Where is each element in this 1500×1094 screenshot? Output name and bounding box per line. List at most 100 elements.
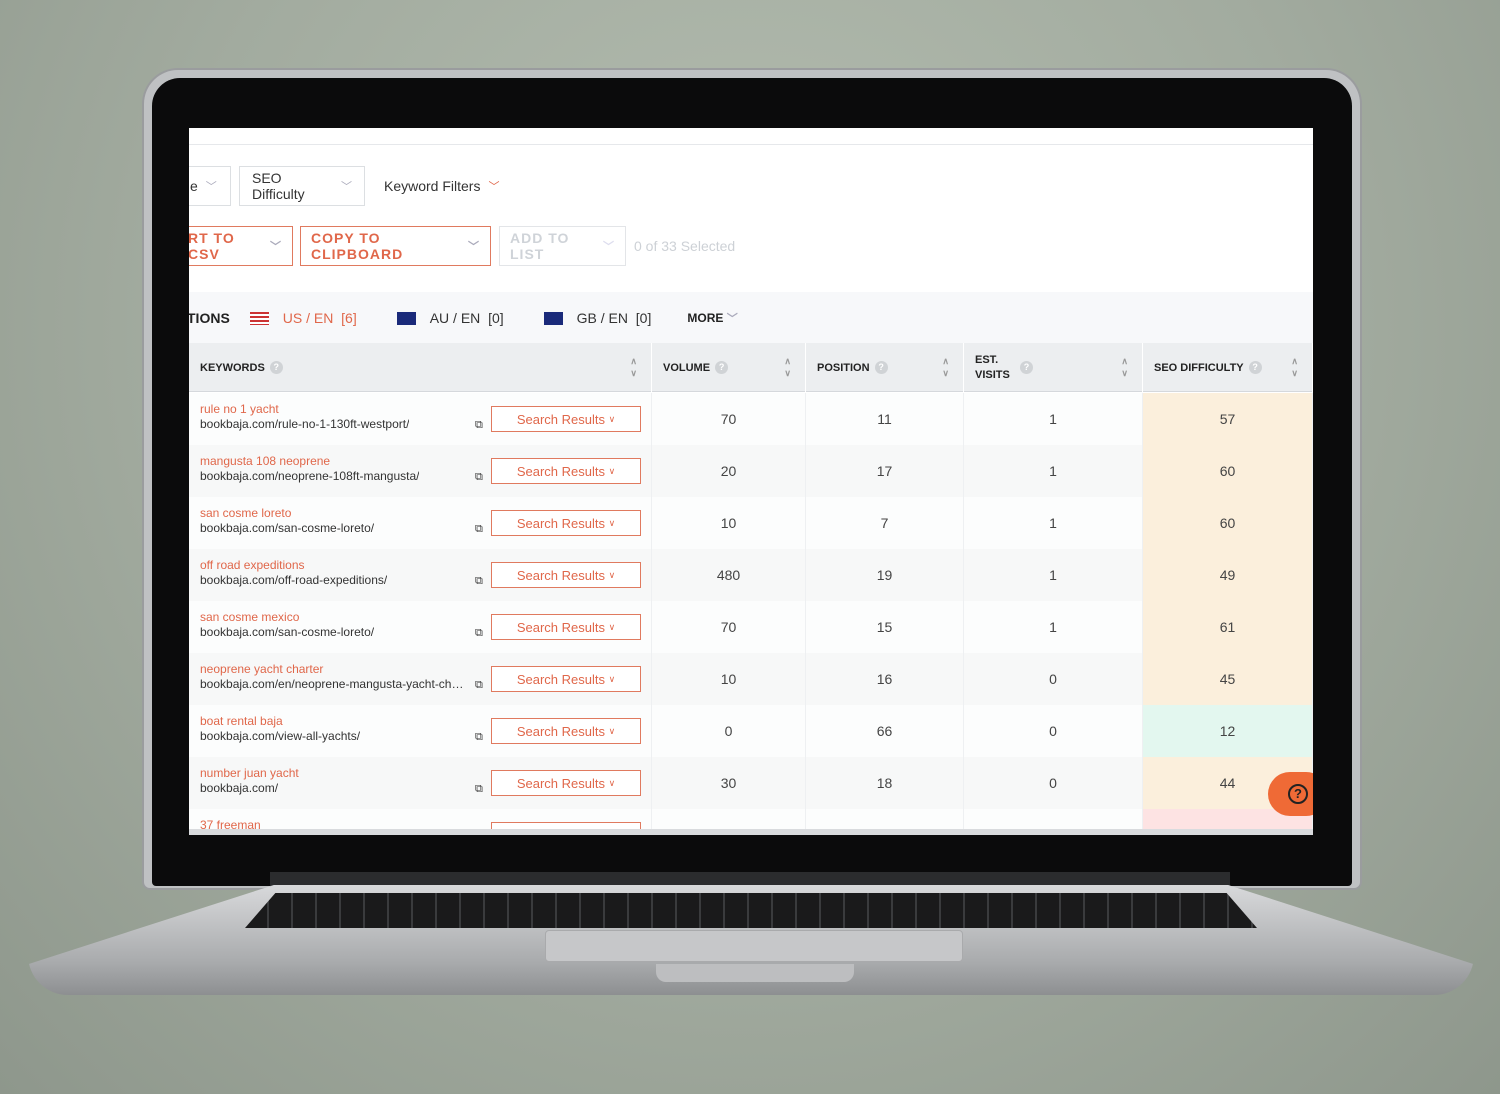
external-link-icon[interactable]: ⧉ [475, 627, 483, 640]
seo-difficulty-cell: 60 [1143, 445, 1313, 497]
help-icon[interactable]: ? [715, 361, 729, 374]
locations-bar: TIONS US / EN [6] AU / EN [0] GB / EN [0… [189, 292, 1313, 343]
position-cell: 19 [806, 549, 964, 601]
sort-icon[interactable]: ∧ ∨ [630, 355, 637, 379]
keyword-filters-dropdown[interactable]: Keyword Filters ﹀ [371, 166, 512, 206]
column-label: EST. VISITS [975, 353, 1010, 381]
external-link-icon[interactable]: ⧉ [475, 471, 483, 484]
partial-filter-dropdown[interactable]: e ﹀ [189, 166, 231, 206]
location-count: [6] [341, 309, 357, 326]
au-flag-icon [396, 312, 416, 326]
keyword-link[interactable]: boat rental baja [200, 714, 283, 728]
external-link-icon[interactable]: ⧉ [475, 731, 483, 744]
visits-cell: 1 [964, 445, 1143, 497]
search-results-button[interactable]: Search Results ∨ [491, 770, 641, 796]
chevron-down-icon: ∨ [608, 621, 616, 632]
location-us[interactable]: US / EN [6] [249, 309, 357, 326]
help-icon[interactable]: ? [1248, 361, 1262, 374]
column-volume[interactable]: VOLUME? ∧ ∨ [652, 343, 806, 392]
button-label: Search Results [516, 775, 605, 791]
keyword-link[interactable]: neoprene yacht charter [200, 662, 323, 676]
ranking-url: bookbaja.com/en/neoprene-mangusta-yacht-… [200, 677, 468, 691]
horizontal-scrollbar[interactable] [189, 829, 1313, 835]
more-locations-button[interactable]: MORE ﹀ [687, 310, 737, 326]
location-au[interactable]: AU / EN [0] [396, 309, 504, 326]
table-row: san cosme loreto bookbaja.com/san-cosme-… [189, 497, 1313, 549]
keyword-cell: boat rental baja bookbaja.com/view-all-y… [189, 705, 652, 757]
column-label: VOLUME [663, 361, 711, 374]
chevron-down-icon: ∨ [608, 673, 616, 684]
column-label: KEYWORDS [200, 361, 265, 374]
help-icon[interactable]: ? [269, 361, 283, 374]
volume-cell: 20 [652, 445, 806, 497]
column-keywords[interactable]: KEYWORDS? ∧ ∨ [189, 343, 652, 392]
export-csv-button[interactable]: RT TO CSV ﹀ [189, 226, 293, 266]
chevron-down-icon: ﹀ [270, 241, 282, 253]
column-position[interactable]: POSITION? ∧ ∨ [806, 343, 964, 392]
keyword-link[interactable]: mangusta 108 neoprene [200, 454, 330, 468]
keyword-cell: san cosme mexico bookbaja.com/san-cosme-… [189, 601, 652, 653]
button-label: ADD TO LIST [510, 230, 570, 262]
visits-cell: 0 [964, 705, 1143, 757]
ranking-url: bookbaja.com/san-cosme-loreto/ [200, 625, 375, 639]
chevron-down-icon: ﹀ [726, 312, 738, 325]
visits-cell: 1 [964, 497, 1143, 549]
keyword-link[interactable]: rule no 1 yacht [200, 402, 279, 416]
gb-flag-icon [543, 312, 563, 326]
external-link-icon[interactable]: ⧉ [475, 419, 483, 432]
chevron-down-icon: ﹀ [205, 181, 217, 193]
add-to-list-button[interactable]: ADD TO LIST ﹀ [499, 226, 626, 266]
volume-cell: 480 [652, 549, 806, 601]
search-results-button[interactable]: Search Results ∨ [491, 406, 641, 432]
help-icon[interactable]: ? [874, 361, 888, 374]
ranking-url: bookbaja.com/neoprene-108ft-mangusta/ [200, 469, 420, 483]
position-cell: 11 [806, 393, 964, 445]
location-label: US / EN [282, 309, 334, 326]
button-label: COPY TO CLIPBOARD [311, 230, 404, 262]
position-cell: 17 [806, 445, 964, 497]
help-button[interactable]: ? [1268, 772, 1313, 816]
keyword-cell: rule no 1 yacht bookbaja.com/rule-no-1-1… [189, 393, 652, 445]
search-results-button[interactable]: Search Results ∨ [491, 614, 641, 640]
keyword-cell: off road expeditions bookbaja.com/off-ro… [189, 549, 652, 601]
screen: e ﹀ SEO Difficulty ﹀ Keyword Filters ﹀ RT T… [189, 128, 1313, 835]
button-label: Search Results [516, 671, 605, 687]
help-icon[interactable]: ? [1020, 361, 1033, 374]
sort-icon[interactable]: ∧ ∨ [1121, 355, 1128, 379]
sort-icon[interactable]: ∧ ∨ [942, 355, 949, 379]
copy-to-clipboard-button[interactable]: COPY TO CLIPBOARD ﹀ [300, 226, 491, 266]
keyword-link[interactable]: san cosme loreto [200, 506, 291, 520]
search-results-button[interactable]: Search Results ∨ [491, 718, 641, 744]
chevron-down-icon: ∨ [608, 725, 616, 736]
location-gb[interactable]: GB / EN [0] [543, 310, 651, 326]
external-link-icon[interactable]: ⧉ [475, 523, 483, 536]
external-link-icon[interactable]: ⧉ [475, 575, 483, 588]
volume-cell: 70 [652, 393, 806, 445]
chevron-down-icon: ﹀ [603, 241, 615, 253]
chevron-down-icon: ∨ [608, 413, 616, 424]
trackpad [545, 930, 963, 962]
search-results-button[interactable]: Search Results ∨ [491, 562, 641, 588]
table-row: number juan yacht bookbaja.com/ ⧉ Search… [189, 757, 1313, 809]
search-results-button[interactable]: Search Results ∨ [491, 666, 641, 692]
keyword-link[interactable]: off road expeditions [200, 558, 305, 572]
external-link-icon[interactable]: ⧉ [475, 679, 483, 692]
keyword-link[interactable]: san cosme mexico [200, 610, 299, 624]
chevron-down-icon: ∨ [608, 569, 616, 580]
keyboard [245, 893, 1257, 928]
volume-cell: 0 [652, 705, 806, 757]
sort-icon[interactable]: ∧ ∨ [784, 355, 791, 379]
position-cell: 15 [806, 601, 964, 653]
seo-difficulty-cell: 12 [1143, 705, 1313, 757]
column-est-visits[interactable]: EST. VISITS? ∧ ∨ [964, 343, 1143, 392]
sort-icon[interactable]: ∧ ∨ [1291, 355, 1298, 379]
column-seo-difficulty[interactable]: SEO DIFFICULTY? ∧ ∨ [1143, 343, 1313, 392]
seo-difficulty-filter[interactable]: SEO Difficulty ﹀ [239, 166, 365, 206]
location-count: [0] [488, 309, 504, 326]
search-results-button[interactable]: Search Results ∨ [491, 510, 641, 536]
button-label: RT TO CSV [189, 230, 235, 262]
search-results-button[interactable]: Search Results ∨ [491, 458, 641, 484]
filter-label: e [190, 178, 198, 194]
external-link-icon[interactable]: ⧉ [475, 783, 483, 796]
keyword-link[interactable]: number juan yacht [200, 766, 299, 780]
